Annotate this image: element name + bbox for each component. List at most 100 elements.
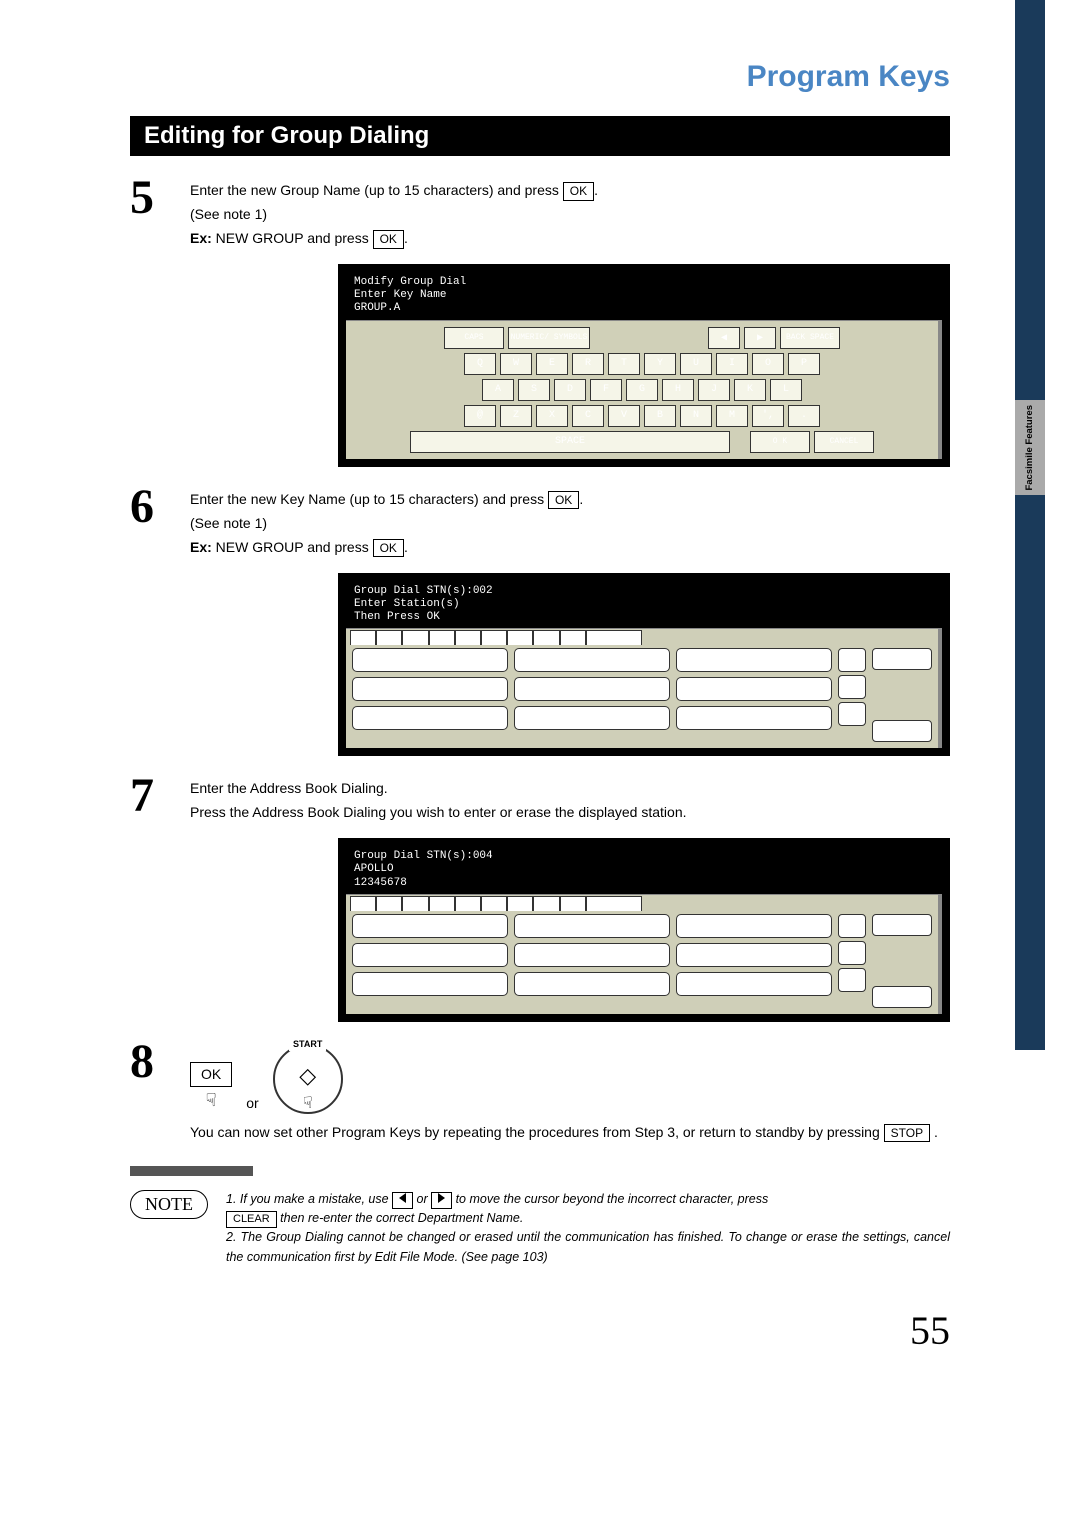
key-k[interactable]: K — [734, 379, 766, 401]
key-t[interactable]: T — [608, 353, 640, 375]
filter-tab[interactable]: CDE — [376, 630, 402, 645]
page-number: 55 — [130, 1307, 950, 1354]
station-cell[interactable]: ANTARTICA☎ — [676, 914, 832, 938]
key-l[interactable]: L — [770, 379, 802, 401]
scroll-down[interactable]: ⇩ — [838, 702, 866, 726]
key-c[interactable]: C — [572, 405, 604, 427]
station-cell[interactable] — [514, 706, 670, 730]
cancel-softkey[interactable]: CANCEL — [872, 986, 932, 1008]
station-cell[interactable]: ASIA☎ — [514, 943, 670, 967]
filter-tab[interactable]: CDE — [376, 896, 402, 911]
key-b[interactable]: B — [644, 405, 676, 427]
step-number: 8 — [130, 1040, 170, 1146]
station-cell[interactable]: APOLLO☎ — [352, 677, 508, 701]
left-arrow-key[interactable]: ◀ — [708, 327, 740, 349]
scroll-down[interactable]: ⇩ — [838, 968, 866, 992]
station-cell[interactable] — [676, 972, 832, 996]
lcd-screenshot: Group Dial STN(s):004APOLLO12345678#ABCD… — [130, 838, 950, 1022]
key-r[interactable]: R — [572, 353, 604, 375]
station-cell[interactable]: BERLIN✉ — [676, 677, 832, 701]
key-q[interactable]: Q — [464, 353, 496, 375]
filter-tab[interactable]: #AB — [350, 630, 376, 645]
key-i[interactable]: I — [716, 353, 748, 375]
numeric-key[interactable]: NUMERIC/ SYMBOLS — [508, 327, 590, 349]
key-h[interactable]: H — [662, 379, 694, 401]
right-arrow-key[interactable]: ▶ — [744, 327, 776, 349]
station-cell[interactable]: AFRICA✉ — [352, 648, 508, 672]
station-cell[interactable]: AMERICA✉ — [514, 648, 670, 672]
lcd-screenshot: Group Dial STN(s):002Enter Station(s)The… — [130, 573, 950, 757]
filter-tab[interactable]: UVW — [533, 630, 559, 645]
caps-key[interactable]: CAPS — [444, 327, 504, 349]
key-w[interactable]: W — [500, 353, 532, 375]
right-arrow-icon — [438, 1193, 445, 1203]
filter-tab[interactable]: FAVORITE — [586, 630, 642, 645]
key-y[interactable]: Y — [644, 353, 676, 375]
page-header: Program Keys — [130, 60, 950, 94]
key-',[interactable]: ', — [752, 405, 784, 427]
divider — [130, 1166, 950, 1176]
key-d[interactable]: D — [554, 379, 586, 401]
press-icon: ☟ — [206, 1087, 217, 1114]
page-indicator: 01 — [838, 941, 866, 965]
ok-button-graphic: OK — [190, 1062, 232, 1087]
step-number: 7 — [130, 774, 170, 826]
ok-key: OK — [548, 491, 579, 510]
key-j[interactable]: J — [698, 379, 730, 401]
key-v[interactable]: V — [608, 405, 640, 427]
filter-tab[interactable]: RST — [507, 896, 533, 911]
filter-tab[interactable]: UVW — [533, 896, 559, 911]
filter-tab[interactable]: LMN — [455, 896, 481, 911]
lcd-screenshot: Modify Group DialEnter Key NameGROUP.A C… — [130, 264, 950, 467]
key-u[interactable]: U — [680, 353, 712, 375]
key-f[interactable]: F — [590, 379, 622, 401]
station-cell[interactable]: ASIA☎ — [514, 677, 670, 701]
station-cell[interactable]: BRAZIL✉ — [352, 972, 508, 996]
ok-softkey[interactable]: O K — [750, 431, 810, 453]
page-indicator: 01 — [838, 675, 866, 699]
filter-tab[interactable]: OPQ — [481, 630, 507, 645]
station-cell[interactable]: ANTARTICA☎ — [676, 648, 832, 672]
filter-tab[interactable]: XYZ — [560, 630, 586, 645]
filter-tab[interactable]: LMN — [455, 630, 481, 645]
key-s[interactable]: S — [518, 379, 550, 401]
key-x[interactable]: X — [536, 405, 568, 427]
station-cell[interactable]: BRAZIL✉ — [352, 706, 508, 730]
key-o[interactable]: O — [752, 353, 784, 375]
clear-key: CLEAR — [226, 1211, 277, 1228]
filter-tab[interactable]: OPQ — [481, 896, 507, 911]
station-cell[interactable]: BERLIN✉ — [676, 943, 832, 967]
key-g[interactable]: G — [626, 379, 658, 401]
ok-softkey[interactable]: OK — [872, 648, 932, 670]
station-cell[interactable]: APOLLO☎ — [352, 943, 508, 967]
station-cell[interactable]: AMERICA✉ — [514, 914, 670, 938]
filter-tab[interactable]: IJK — [429, 630, 455, 645]
cancel-softkey[interactable]: CANCEL — [814, 431, 874, 453]
key-n[interactable]: N — [680, 405, 712, 427]
station-cell[interactable] — [676, 706, 832, 730]
step-number: 6 — [130, 485, 170, 561]
filter-tab[interactable]: FGH — [402, 896, 428, 911]
ok-softkey[interactable]: O K — [872, 914, 932, 936]
filter-tab[interactable]: IJK — [429, 896, 455, 911]
filter-tab[interactable]: RST — [507, 630, 533, 645]
cancel-softkey[interactable]: CANCEL — [872, 720, 932, 742]
filter-tab[interactable]: FAVORITE — [586, 896, 642, 911]
key-.[interactable]: . — [788, 405, 820, 427]
filter-tab[interactable]: FGH — [402, 630, 428, 645]
key-e[interactable]: E — [536, 353, 568, 375]
filter-tab[interactable]: XYZ — [560, 896, 586, 911]
key-m[interactable]: M — [716, 405, 748, 427]
key-p[interactable]: P — [788, 353, 820, 375]
key-@[interactable]: @ — [464, 405, 496, 427]
key-a[interactable]: A — [482, 379, 514, 401]
key-z[interactable]: Z — [500, 405, 532, 427]
scroll-up[interactable]: ⇧ — [838, 914, 866, 938]
station-cell[interactable] — [514, 972, 670, 996]
filter-tab[interactable]: #AB — [350, 896, 376, 911]
backspace-key[interactable]: BACK SPACE — [780, 327, 840, 349]
station-cell[interactable]: AFRICA✉ — [352, 914, 508, 938]
scroll-up[interactable]: ⇧ — [838, 648, 866, 672]
space-key[interactable]: SPACE — [410, 431, 730, 453]
step-number: 5 — [130, 176, 170, 252]
